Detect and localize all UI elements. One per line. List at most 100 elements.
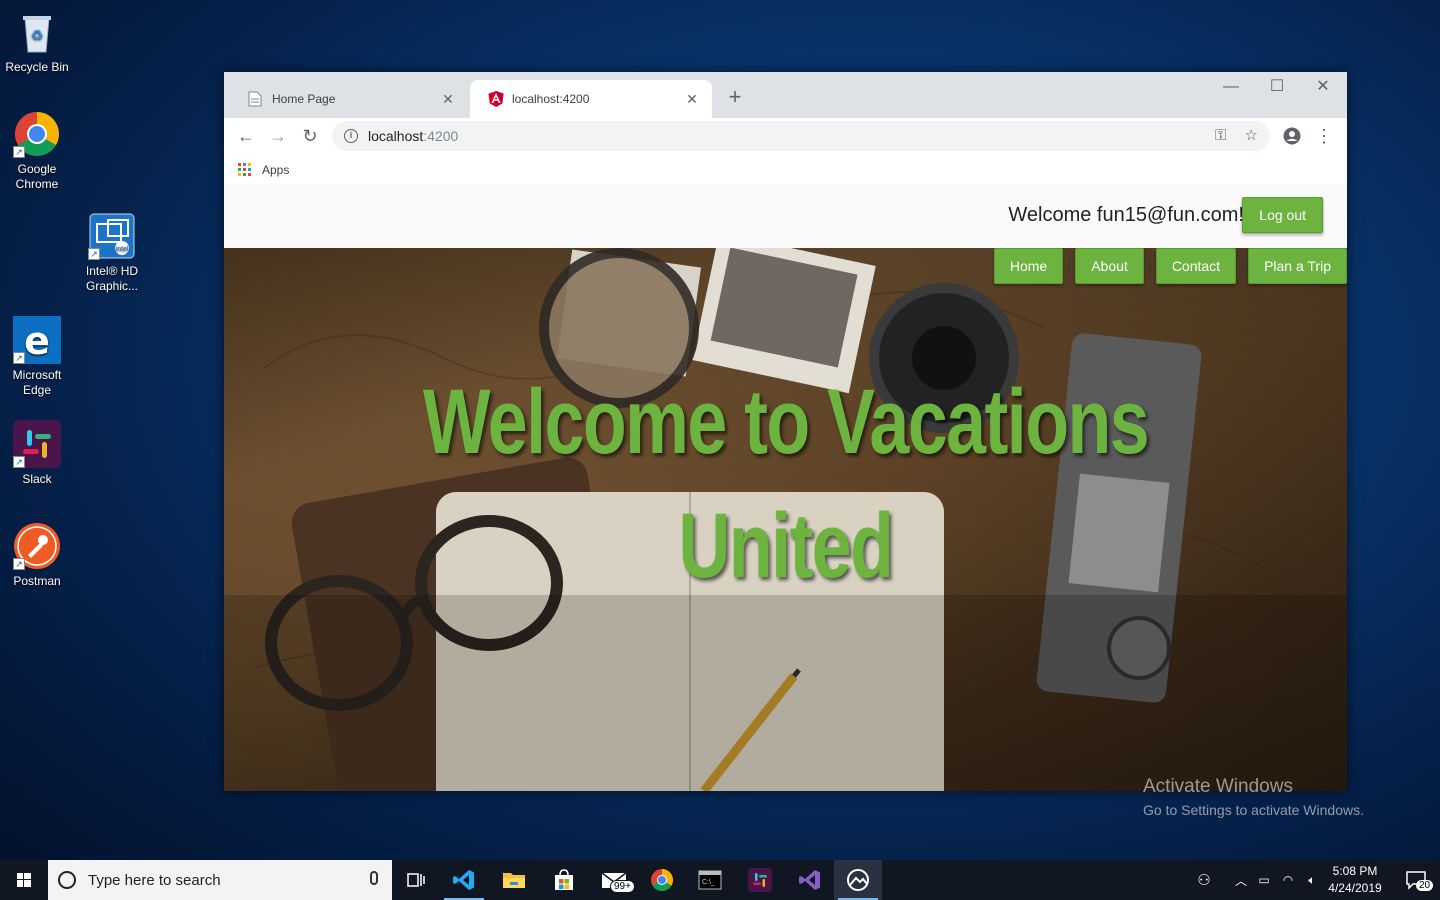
browser-toolbar: ← → ↻ i localhost:4200 ⚿ ☆ ⋮ (224, 118, 1347, 155)
tab-close-icon[interactable]: ✕ (440, 91, 456, 108)
hero-overlay (224, 595, 1347, 791)
terminal-icon[interactable]: C:\_ (686, 860, 734, 900)
address-bar[interactable]: i localhost:4200 ⚿ ☆ (332, 121, 1270, 151)
slack-icon: ↗ (13, 420, 61, 468)
system-tray: ⚇ ︿ ▭ ◠ 🔈︎ (1190, 860, 1324, 900)
svg-text:e: e (24, 319, 50, 363)
people-icon[interactable]: ⚇ (1190, 871, 1218, 889)
menu-dots-icon[interactable]: ⋮ (1310, 122, 1338, 150)
svg-text:C:\_: C:\_ (702, 879, 715, 886)
desktop-icon-google-chrome[interactable]: ↗ Google Chrome (0, 110, 74, 192)
tab-title: localhost:4200 (512, 92, 590, 106)
mail-badge: 99+ (610, 880, 635, 893)
store-icon[interactable] (540, 860, 588, 900)
activate-title: Activate Windows (1143, 776, 1293, 797)
bookmark-star-icon[interactable]: ☆ (1245, 127, 1258, 144)
svg-text:♻: ♻ (31, 27, 44, 43)
chrome-taskbar-icon[interactable] (638, 860, 686, 900)
photos-app-icon[interactable] (834, 860, 882, 900)
logout-button[interactable]: Log out (1242, 197, 1323, 233)
desktop-icon-label: Recycle Bin (5, 60, 69, 74)
recycle-bin-icon: ♻ (13, 8, 61, 56)
search-placeholder: Type here to search (88, 871, 221, 889)
bookmark-apps[interactable]: Apps (262, 163, 289, 177)
nav-home[interactable]: Home (993, 248, 1064, 284)
mail-icon[interactable]: 99+ (590, 860, 638, 900)
desktop-icon-label: Slack (22, 472, 52, 486)
windows-logo-icon (17, 873, 31, 887)
visual-studio-icon[interactable] (786, 860, 834, 900)
nav-separator: | (1240, 258, 1244, 274)
desktop-icon-label: Postman (13, 574, 61, 588)
address-port: :4200 (423, 128, 459, 144)
taskbar-search[interactable]: Type here to search (48, 860, 392, 900)
clock-time: 5:08 PM (1332, 864, 1378, 878)
tab-close-icon[interactable]: ✕ (684, 91, 700, 108)
reload-icon[interactable]: ↻ (296, 122, 324, 150)
web-page: Welcome fun15@fun.com! Log out Home | Ab… (224, 184, 1347, 791)
nav-about[interactable]: About (1075, 248, 1144, 284)
desktop-icon-intel-graphics[interactable]: intel ↗ Intel® HD Graphic... (75, 212, 149, 294)
tab-title: Home Page (272, 92, 336, 106)
chrome-icon: ↗ (13, 110, 61, 158)
desktop-icon-postman[interactable]: ↗ Postman (0, 522, 74, 589)
start-button[interactable] (0, 860, 48, 900)
page-favicon-icon (248, 91, 264, 107)
svg-text:intel: intel (116, 246, 129, 253)
postman-icon: ↗ (13, 522, 61, 570)
nav-separator: | (1067, 258, 1072, 274)
profile-avatar-icon[interactable] (1278, 122, 1306, 150)
cortana-circle-icon (58, 871, 76, 889)
chevron-up-icon[interactable]: ︿ (1230, 872, 1252, 889)
slack-taskbar-icon[interactable] (736, 860, 784, 900)
wifi-icon[interactable]: ◠ (1276, 873, 1300, 887)
edge-icon: e ↗ (13, 316, 61, 364)
back-arrow-icon[interactable]: ← (232, 122, 260, 150)
nav-separator: | (1147, 258, 1152, 274)
omnibox-actions: ⚿ ☆ (1215, 126, 1258, 144)
desktop-icon-label: Intel® HD Graphic... (85, 264, 139, 293)
vscode-taskbar-icon[interactable] (440, 860, 488, 900)
microphone-icon[interactable] (370, 871, 378, 885)
key-icon[interactable]: ⚿ (1215, 127, 1226, 144)
minimize-button[interactable]: — (1208, 72, 1254, 102)
intel-graphics-icon: intel ↗ (88, 212, 136, 260)
activate-windows-watermark: Activate Windows Go to Settings to activ… (1143, 776, 1364, 818)
desktop-icon-microsoft-edge[interactable]: e ↗ Microsoft Edge (0, 316, 74, 398)
bookmarks-bar: Apps (224, 155, 1347, 185)
activate-subtitle: Go to Settings to activate Windows. (1143, 802, 1364, 818)
main-nav: Home | About | Contact | Plan a Trip (993, 248, 1347, 284)
new-tab-button[interactable]: + (724, 86, 746, 108)
shortcut-arrow-icon: ↗ (13, 146, 25, 158)
shortcut-arrow-icon: ↗ (13, 558, 25, 570)
angular-icon (488, 91, 504, 107)
shortcut-arrow-icon: ↗ (13, 352, 25, 364)
welcome-user-text: Welcome fun15@fun.com! (1008, 204, 1244, 226)
forward-arrow-icon[interactable]: → (264, 122, 292, 150)
site-info-icon[interactable]: i (344, 129, 358, 143)
maximize-button[interactable]: ☐ (1254, 72, 1300, 102)
hero-title: Welcome to Vacations United (348, 360, 1224, 608)
nav-plan-a-trip[interactable]: Plan a Trip (1248, 248, 1347, 284)
taskbar: Type here to search 99+ C:\_ ⚇ ︿ ▭ ◠ 🔈︎ … (0, 860, 1440, 900)
desktop-icon-recycle-bin[interactable]: ♻ Recycle Bin (0, 8, 74, 75)
close-window-button[interactable]: ✕ (1300, 72, 1346, 102)
address-host: localhost (368, 128, 424, 144)
desktop-icon-label: Google Chrome (15, 162, 59, 191)
file-explorer-icon[interactable] (490, 860, 538, 900)
page-header: Welcome fun15@fun.com! Log out (224, 184, 1347, 248)
volume-icon[interactable]: 🔈︎ (1300, 873, 1324, 888)
notification-count: 20 (1416, 880, 1434, 891)
task-view-icon[interactable] (392, 860, 440, 900)
nav-contact[interactable]: Contact (1155, 248, 1237, 284)
tab-localhost[interactable]: localhost:4200 ✕ (470, 80, 712, 118)
shortcut-arrow-icon: ↗ (88, 248, 100, 260)
tab-strip: Home Page ✕ localhost:4200 ✕ + — ☐ ✕ (224, 72, 1347, 118)
battery-icon[interactable]: ▭ (1252, 873, 1276, 887)
action-center-icon[interactable]: 20 (1392, 860, 1440, 900)
tab-home-page[interactable]: Home Page ✕ (230, 80, 468, 118)
taskbar-clock[interactable]: 5:08 PM 4/24/2019 (1322, 863, 1388, 897)
desktop-icon-slack[interactable]: ↗ Slack (0, 420, 74, 487)
clock-date: 4/24/2019 (1328, 881, 1382, 895)
desktop-icon-label: Microsoft Edge (12, 368, 62, 397)
